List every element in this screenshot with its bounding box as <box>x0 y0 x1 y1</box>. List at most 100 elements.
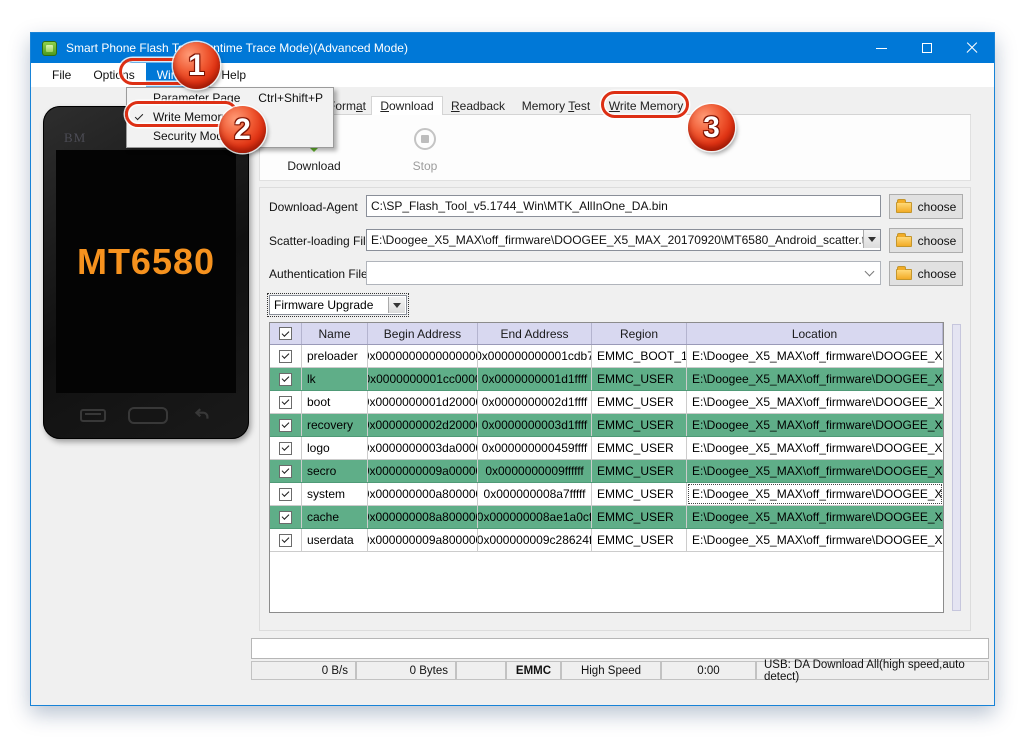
row-checkbox[interactable] <box>270 437 302 459</box>
download-agent-input[interactable] <box>366 195 881 217</box>
scatter-file-combo[interactable] <box>366 229 881 251</box>
phone-preview: BM MT6580 <box>43 106 249 439</box>
status-speed: 0 B/s <box>251 661 356 680</box>
phone-home-icon <box>128 406 168 424</box>
auth-file-choose-button[interactable]: choose <box>889 261 963 286</box>
annotation-badge-1: 1 <box>173 42 220 89</box>
statusbar: 0 B/s 0 Bytes EMMC High Speed 0:00 USB: … <box>251 659 989 683</box>
app-window: Smart Phone Flash Tool(Runtime Trace Mod… <box>30 32 995 706</box>
row-checkbox[interactable] <box>270 414 302 436</box>
table-row[interactable]: lk 0x0000000001cc0000 0x0000000001d1ffff… <box>270 368 943 391</box>
folder-icon <box>895 266 912 280</box>
cell-location: E:\Doogee_X5_MAX\off_firmware\DOOGEE_X..… <box>687 483 943 505</box>
cell-region: EMMC_USER <box>592 368 687 390</box>
close-button[interactable] <box>949 33 994 63</box>
table-row[interactable]: logo 0x0000000003da0000 0x000000000459ff… <box>270 437 943 460</box>
cell-begin-address: 0x0000000009a00000 <box>368 460 478 482</box>
stop-button[interactable]: Stop <box>380 121 470 177</box>
cell-begin-address: 0x000000000a800000 <box>368 483 478 505</box>
table-header-row: Name Begin Address End Address Region Lo… <box>270 323 943 345</box>
cell-location: E:\Doogee_X5_MAX\off_firmware\DOOGEE_X..… <box>692 418 943 432</box>
cell-location: E:\Doogee_X5_MAX\off_firmware\DOOGEE_X..… <box>692 395 943 409</box>
select-all-checkbox[interactable] <box>270 323 302 344</box>
tab-memory-test[interactable]: Memory Test <box>513 97 599 115</box>
cell-region: EMMC_USER <box>592 414 687 436</box>
minimize-button[interactable] <box>859 33 904 63</box>
annotation-badge-2: 2 <box>219 106 266 153</box>
cell-begin-address: 0x0000000001cc0000 <box>368 368 478 390</box>
table-scrollbar[interactable] <box>952 324 961 611</box>
phone-brand-label: BM <box>64 130 87 145</box>
cell-end-address: 0x000000000001cdb7 <box>478 345 592 367</box>
menu-file[interactable]: File <box>41 63 82 87</box>
status-empty <box>456 661 506 680</box>
row-checkbox[interactable] <box>270 345 302 367</box>
folder-icon <box>895 199 912 213</box>
auth-file-input[interactable] <box>367 262 859 284</box>
table-row[interactable]: boot 0x0000000001d20000 0x0000000002d1ff… <box>270 391 943 414</box>
row-checkbox[interactable] <box>270 391 302 413</box>
cell-end-address: 0x0000000009ffffff <box>478 460 592 482</box>
cell-region: EMMC_USER <box>592 483 687 505</box>
scatter-file-choose-button[interactable]: choose <box>889 228 963 253</box>
download-agent-label: Download-Agent <box>269 200 358 214</box>
row-checkbox[interactable] <box>270 529 302 551</box>
table-row[interactable]: system 0x000000000a800000 0x000000008a7f… <box>270 483 943 506</box>
table-row[interactable]: secro 0x0000000009a00000 0x0000000009fff… <box>270 460 943 483</box>
auth-file-combo[interactable] <box>366 261 881 285</box>
scatter-combo-arrow-icon[interactable] <box>863 230 880 248</box>
cell-name: recovery <box>302 414 368 436</box>
cell-begin-address: 0x0000000003da0000 <box>368 437 478 459</box>
chipset-label: MT6580 <box>76 240 216 282</box>
cell-end-address: 0x0000000002d1ffff <box>478 391 592 413</box>
maximize-button[interactable] <box>904 33 949 63</box>
cell-name: userdata <box>302 529 368 551</box>
phone-menu-icon <box>80 408 106 422</box>
row-checkbox[interactable] <box>270 506 302 528</box>
scatter-file-label: Scatter-loading File <box>269 234 373 248</box>
phone-screen: MT6580 <box>56 150 236 393</box>
maximize-icon <box>921 43 932 53</box>
phone-back-icon <box>190 404 212 426</box>
status-usb-mode: USB: DA Download All(high speed,auto det… <box>756 659 989 683</box>
stop-icon <box>414 128 436 150</box>
cell-end-address: 0x000000008ae1a0cf <box>478 506 592 528</box>
table-row[interactable]: userdata 0x000000009a800000 0x000000009c… <box>270 529 943 552</box>
minimize-icon <box>876 47 887 49</box>
row-checkbox[interactable] <box>270 460 302 482</box>
cell-location: E:\Doogee_X5_MAX\off_firmware\DOOGEE_X..… <box>692 464 943 478</box>
cell-location: E:\Doogee_X5_MAX\off_firmware\DOOGEE_X..… <box>692 372 943 386</box>
cell-begin-address: 0x0000000000000000 <box>368 345 478 367</box>
cell-name: secro <box>302 460 368 482</box>
app-icon <box>42 40 57 56</box>
cell-location: E:\Doogee_X5_MAX\off_firmware\DOOGEE_X..… <box>692 510 943 524</box>
row-checkbox[interactable] <box>270 483 302 505</box>
cell-name: preloader <box>302 345 368 367</box>
shortcut-label: Ctrl+Shift+P <box>258 90 323 105</box>
cell-end-address: 0x000000009c28624f <box>478 529 592 551</box>
cell-begin-address: 0x0000000002d20000 <box>368 414 478 436</box>
cell-region: EMMC_USER <box>592 391 687 413</box>
cell-location: E:\Doogee_X5_MAX\off_firmware\DOOGEE_X..… <box>692 441 943 455</box>
auth-combo-chevron-icon[interactable] <box>862 266 876 280</box>
cell-end-address: 0x000000000459ffff <box>478 437 592 459</box>
tab-readback[interactable]: Readback <box>443 97 513 115</box>
cell-location: E:\Doogee_X5_MAX\off_firmware\DOOGEE_X..… <box>692 349 943 363</box>
cell-begin-address: 0x000000008a800000 <box>368 506 478 528</box>
row-checkbox[interactable] <box>270 368 302 390</box>
tab-download[interactable]: Download <box>371 96 443 115</box>
cell-begin-address: 0x000000009a800000 <box>368 529 478 551</box>
table-row[interactable]: cache 0x000000008a800000 0x000000008ae1a… <box>270 506 943 529</box>
partition-table-body: preloader 0x0000000000000000 0x000000000… <box>270 345 943 552</box>
flash-mode-select[interactable]: Firmware Upgrade <box>267 293 409 317</box>
table-row[interactable]: recovery 0x0000000002d20000 0x0000000003… <box>270 414 943 437</box>
scatter-file-input[interactable] <box>366 229 881 251</box>
column-header-name: Name <box>302 323 368 344</box>
status-elapsed-time: 0:00 <box>661 661 756 680</box>
table-row[interactable]: preloader 0x0000000000000000 0x000000000… <box>270 345 943 368</box>
status-bytes: 0 Bytes <box>356 661 456 680</box>
column-header-end: End Address <box>478 323 592 344</box>
toolbar-panel <box>259 115 971 181</box>
auth-file-label: Authentication File <box>269 267 368 281</box>
download-agent-choose-button[interactable]: choose <box>889 194 963 219</box>
